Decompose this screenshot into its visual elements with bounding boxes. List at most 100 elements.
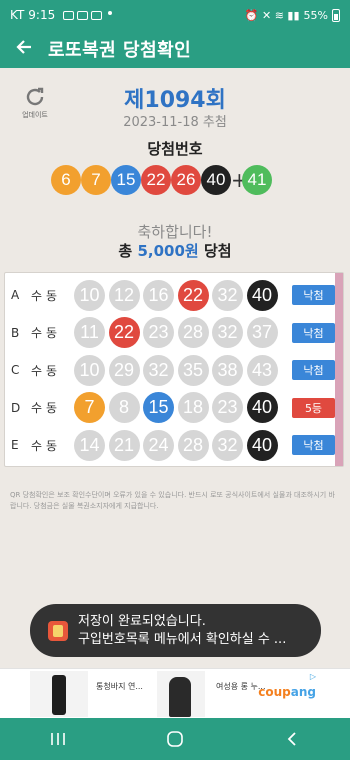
row-numbers: 7 8 15 18 23 40 [74, 392, 281, 423]
ticket-row: E 수동 14 21 24 28 32 40 낙첨 [5, 428, 335, 462]
row-letter: D [11, 400, 21, 415]
toast-message: 저장이 완료되었습니다. 구입번호목록 메뉴에서 확인하실 수 ... [78, 613, 286, 649]
unmatched-ball: 43 [246, 354, 278, 386]
message-icon [77, 10, 89, 20]
row-result-badge: 낙첨 [292, 322, 335, 343]
winning-ball: 7 [81, 165, 111, 195]
unmatched-ball: 23 [143, 317, 174, 348]
matched-ball: 40 [246, 392, 278, 423]
congrats-text: 축하합니다! [137, 223, 213, 241]
unmatched-ball: 32 [212, 429, 243, 461]
signal-icons: ⏰ ✕ ≋ ▮▮ [244, 8, 300, 22]
row-letter: C [11, 363, 20, 377]
winning-numbers: 6 7 15 22 26 40 +41 [51, 165, 272, 195]
unmatched-ball: 18 [177, 392, 209, 423]
ad-banner[interactable]: 통청바지 연... 여성용 롱 누... ▷ coupang [0, 668, 350, 718]
matched-ball: 15 [143, 392, 174, 423]
draw-round: 제1094회 [124, 88, 226, 113]
ad-choices-icon[interactable]: ▷ [310, 672, 316, 681]
toast: 저장이 완료되었습니다. 구입번호목록 메뉴에서 확인하실 수 ... [30, 604, 321, 657]
unmatched-ball: 14 [74, 429, 105, 461]
unmatched-ball: 8 [108, 392, 140, 423]
matched-ball: 40 [246, 279, 278, 311]
status-bar: KT 9:15 ⏰ ✕ ≋ ▮▮ 55% [0, 0, 350, 30]
ad-product-title-1[interactable]: 통청바지 연... [96, 681, 143, 692]
unmatched-ball: 16 [143, 279, 174, 311]
unmatched-ball: 32 [143, 354, 174, 386]
winning-numbers-label: 당첨번호 [147, 140, 203, 158]
battery-level: 55% [303, 8, 328, 22]
toast-line-2: 구입번호목록 메뉴에서 확인하실 수 ... [78, 631, 287, 647]
back-icon[interactable] [262, 724, 322, 754]
ticket-row: D 수동 7 8 15 18 23 40 5등 [5, 391, 335, 425]
prize-suffix: 당첨 [203, 242, 232, 260]
row-result-badge: 낙첨 [292, 435, 335, 455]
notice-text: QR 당첨확인은 보조 확인수단이며 오류가 있을 수 있습니다. 반드시 로또… [10, 491, 335, 510]
unmatched-ball: 35 [177, 354, 209, 386]
matched-ball: 7 [74, 392, 105, 423]
bonus-plus: + [231, 168, 248, 192]
row-letter: A [11, 288, 20, 302]
unmatched-ball: 24 [143, 429, 174, 461]
row-numbers: 10 29 32 35 38 43 [74, 354, 281, 386]
row-mode: 수동 [31, 326, 62, 340]
unmatched-ball: 10 [74, 354, 105, 386]
row-numbers: 11 22 23 28 32 37 [74, 317, 281, 348]
unmatched-ball: 32 [212, 279, 243, 311]
unmatched-ball: 28 [177, 429, 209, 461]
unmatched-ball: 11 [74, 317, 105, 348]
recents-icon[interactable] [28, 724, 88, 754]
ticket-row: A 수동 10 12 16 22 32 40 낙첨 [5, 278, 335, 312]
row-mode: 수동 [31, 288, 62, 303]
arrow-left-icon[interactable] [0, 37, 48, 61]
more-dot-icon [108, 10, 113, 15]
unmatched-ball: 23 [212, 392, 243, 423]
matched-ball: 22 [108, 317, 140, 348]
app-icon [48, 620, 68, 641]
matched-ball: 22 [177, 279, 209, 311]
unmatched-ball: 32 [212, 317, 243, 348]
ad-product-image-2[interactable] [157, 671, 205, 717]
winning-ball: 15 [111, 165, 141, 195]
ticket-row: C 수동 10 29 32 35 38 43 낙첨 [5, 353, 335, 387]
clock: 9:15 [28, 8, 56, 22]
ticket-rows: A 수동 10 12 16 22 32 40 낙첨 B 수동 11 22 23 28 32 37 낙첨 C 수동 10 2… [4, 272, 344, 467]
row-numbers: 10 12 16 22 32 40 [74, 279, 281, 311]
ad-brand-part-1: coup [258, 685, 291, 699]
row-mode: 수동 [31, 401, 62, 415]
unmatched-ball: 38 [212, 354, 243, 386]
ticket-row: B 수동 11 22 23 28 32 37 낙첨 [5, 316, 335, 350]
home-icon[interactable] [145, 724, 205, 754]
prize-amount: 5,000원 [137, 242, 199, 260]
navigation-bar [0, 718, 350, 760]
row-result-badge: 5등 [292, 397, 335, 418]
carrier: KT [10, 8, 25, 22]
matched-ball: 40 [246, 429, 278, 461]
winning-ball: 40 [201, 165, 231, 195]
app-bar: 로또복권 당첨확인 [0, 30, 350, 68]
draw-date: 2023-11-18 추첨 [123, 115, 227, 130]
bonus-ball: 41 [242, 165, 272, 195]
unmatched-ball: 28 [177, 317, 209, 348]
winning-ball: 6 [51, 165, 81, 195]
winning-ball: 26 [171, 165, 201, 195]
scrollbar[interactable] [335, 273, 343, 466]
unmatched-ball: 10 [74, 279, 105, 311]
gallery-icon [63, 10, 75, 20]
row-mode: 수동 [31, 438, 62, 453]
chat-icon [91, 10, 103, 20]
prize-text: 총 5,000원 당첨 [0, 240, 350, 261]
row-numbers: 14 21 24 28 32 40 [74, 429, 281, 461]
row-mode: 수동 [31, 363, 62, 378]
ad-brand-part-2: ang [290, 685, 316, 699]
unmatched-ball: 29 [108, 354, 140, 386]
row-result-badge: 낙첨 [292, 285, 335, 305]
unmatched-ball: 37 [246, 317, 278, 348]
unmatched-ball: 12 [108, 279, 140, 311]
ad-brand-logo[interactable]: coupang [258, 685, 316, 699]
battery-icon [332, 8, 340, 22]
ad-product-image-1[interactable] [30, 671, 88, 717]
toast-line-1: 저장이 완료되었습니다. [78, 613, 206, 629]
row-letter: B [11, 325, 20, 340]
winning-ball: 22 [141, 165, 171, 195]
